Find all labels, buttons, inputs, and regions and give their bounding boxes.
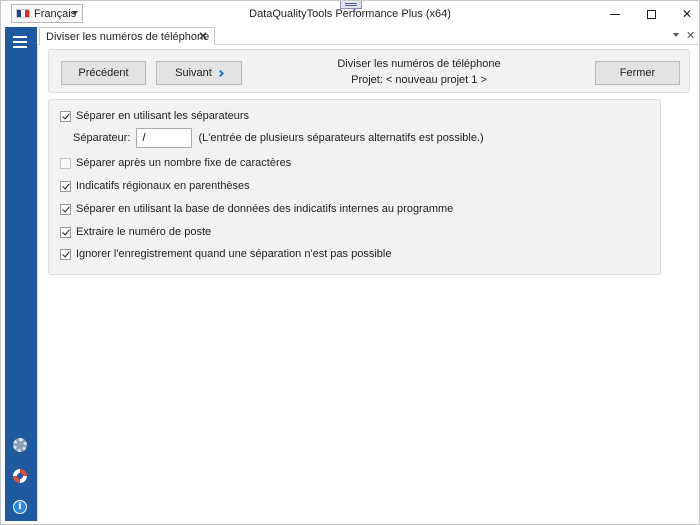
wizard-header: Diviser les numéros de téléphone Projet:… [299, 56, 539, 88]
close-tab-icon[interactable]: ✕ [198, 29, 208, 43]
lifebuoy-icon[interactable] [13, 469, 27, 483]
option-split-database[interactable]: Séparer en utilisant la base de données … [60, 203, 453, 215]
option-label: Séparer en utilisant les séparateurs [76, 110, 250, 122]
tab-split-phone[interactable]: Diviser les numéros de téléphone ✕ [39, 27, 215, 45]
checkbox-extract-extension[interactable] [60, 226, 71, 238]
separator-hint: (L'entrée de plusieurs séparateurs alter… [198, 132, 484, 144]
maximize-button[interactable] [633, 3, 669, 25]
separator-row: Séparateur: (L'entrée de plusieurs sépar… [73, 128, 484, 148]
checkbox-area-codes-parens[interactable] [60, 180, 71, 192]
page-title: Diviser les numéros de téléphone [337, 58, 501, 70]
checkbox-split-database[interactable] [60, 203, 71, 215]
option-split-fixed[interactable]: Séparer après un nombre fixe de caractèr… [60, 157, 291, 169]
option-area-codes-parens[interactable]: Indicatifs régionaux en parenthèses [60, 180, 250, 192]
next-label: Suivant [175, 67, 212, 79]
gear-icon[interactable] [13, 438, 27, 452]
window-title: DataQualityTools Performance Plus (x64) [249, 8, 451, 20]
sidebar: i [5, 27, 37, 521]
previous-button[interactable]: Précédent [61, 61, 146, 85]
info-icon[interactable]: i [13, 500, 27, 514]
option-label: Indicatifs régionaux en parenthèses [76, 180, 250, 192]
minimize-icon [610, 13, 620, 15]
project-name: Projet: < nouveau projet 1 > [351, 74, 487, 86]
tab-list-dropdown-icon[interactable] [673, 33, 679, 37]
next-button[interactable]: Suivant [156, 61, 242, 85]
minimize-button[interactable] [597, 3, 633, 25]
menu-icon[interactable] [13, 36, 27, 48]
wizard-toolbar: Précédent Suivant Diviser les numéros de… [48, 49, 690, 93]
app-window: Français DataQualityTools Performance Pl… [0, 0, 700, 525]
close-button[interactable]: Fermer [595, 61, 680, 85]
close-icon: ✕ [681, 7, 693, 21]
title-bar: Français DataQualityTools Performance Pl… [1, 1, 699, 27]
checkbox-split-fixed[interactable] [60, 157, 71, 169]
maximize-icon [646, 9, 656, 19]
separator-label: Séparateur: [73, 132, 131, 144]
option-extract-extension[interactable]: Extraire le numéro de poste [60, 226, 211, 238]
option-label: Séparer après un nombre fixe de caractèr… [76, 157, 292, 169]
option-label: Ignorer l'enregistrement quand une sépar… [76, 248, 392, 260]
tab-label: Diviser les numéros de téléphone [46, 31, 210, 43]
chevron-right-icon [216, 69, 224, 77]
main-content: Précédent Suivant Diviser les numéros de… [37, 45, 699, 523]
separator-input[interactable] [136, 128, 193, 148]
checkbox-ignore-record[interactable] [60, 248, 71, 260]
close-all-tabs-icon[interactable]: ✕ [686, 29, 695, 42]
checkbox-split-separators[interactable] [60, 110, 71, 122]
option-label: Séparer en utilisant la base de données … [76, 203, 454, 215]
tab-strip: Diviser les numéros de téléphone ✕ ✕ [37, 27, 699, 45]
options-panel: Séparer en utilisant les séparateurs Sép… [48, 99, 661, 275]
option-split-separators[interactable]: Séparer en utilisant les séparateurs [60, 110, 249, 122]
option-label: Extraire le numéro de poste [76, 226, 212, 238]
close-window-button[interactable]: ✕ [669, 3, 700, 25]
option-ignore-record[interactable]: Ignorer l'enregistrement quand une sépar… [60, 248, 391, 260]
